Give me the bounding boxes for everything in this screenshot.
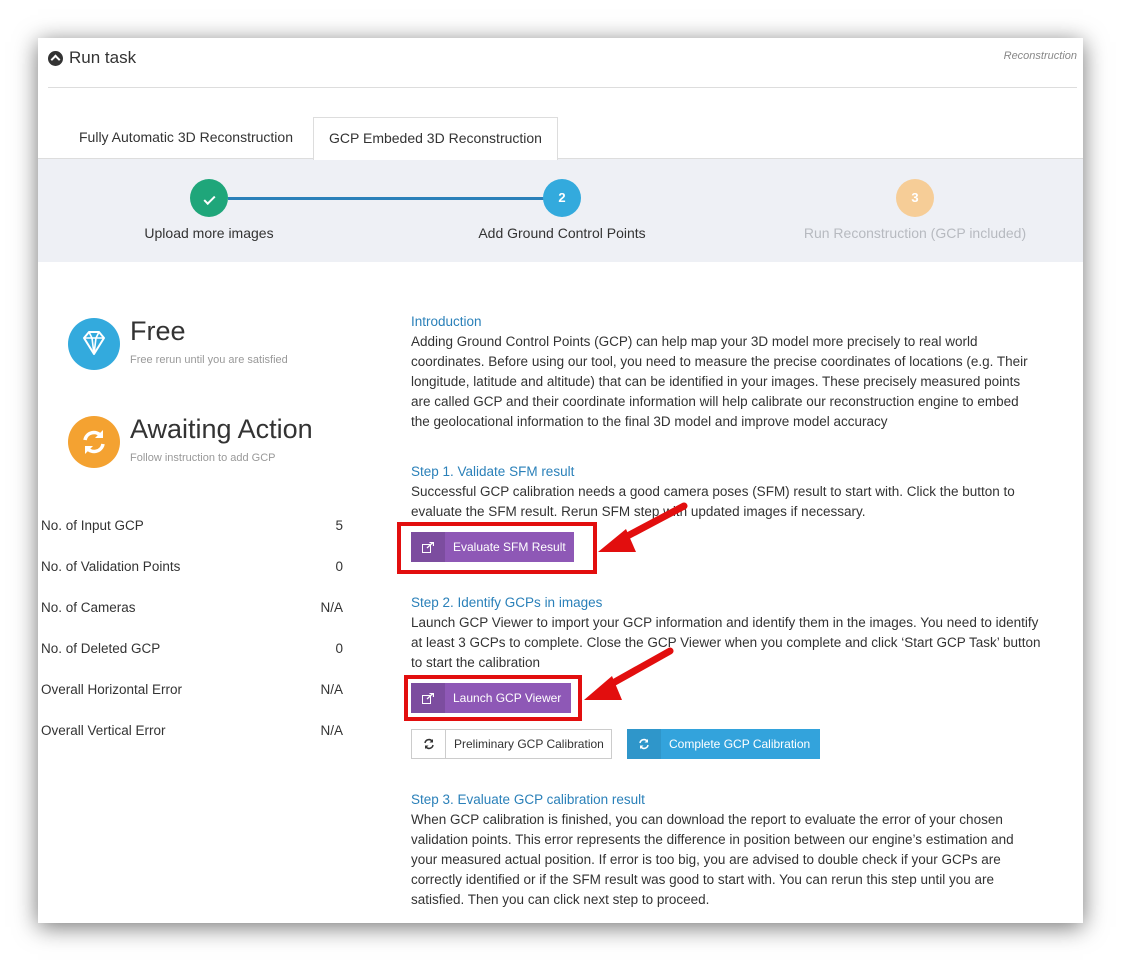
status-subtitle: Free rerun until you are satisfied: [130, 354, 288, 366]
section-text: When GCP calibration is finished, you ca…: [411, 812, 1014, 907]
section-title: Step 3. Evaluate GCP calibration result: [411, 792, 645, 807]
highlight-box: [397, 522, 597, 574]
status-title: Awaiting Action: [130, 414, 313, 444]
panel-header: Run task Reconstruction: [48, 46, 1077, 88]
diamond-icon: [68, 318, 120, 370]
stat-value: N/A: [320, 682, 343, 697]
stat-label: No. of Input GCP: [41, 518, 144, 533]
collapse-chevron-icon[interactable]: [48, 50, 63, 66]
status-panel: Free Free rerun until you are satisfied …: [68, 316, 388, 470]
section-text: Successful GCP calibration needs a good …: [411, 484, 1015, 519]
step1-section: Step 1. Validate SFM result Successful G…: [411, 462, 1041, 522]
stat-row: No. of Cameras N/A: [41, 600, 343, 641]
stat-row: Overall Vertical Error N/A: [41, 723, 343, 764]
step-label: Upload more images: [144, 225, 274, 241]
status-title: Free: [130, 316, 186, 346]
section-text: Adding Ground Control Points (GCP) can h…: [411, 334, 1028, 429]
stat-row: No. of Input GCP 5: [41, 518, 343, 559]
stat-value: N/A: [320, 723, 343, 738]
panel-title: Run task: [48, 48, 136, 68]
step-run-reconstruction[interactable]: 3 Run Reconstruction (GCP included): [765, 179, 1065, 241]
step3-section: Step 3. Evaluate GCP calibration result …: [411, 790, 1041, 910]
stat-label: Overall Vertical Error: [41, 723, 166, 738]
stat-label: No. of Validation Points: [41, 559, 181, 574]
tab-bar: Fully Automatic 3D Reconstruction GCP Em…: [38, 117, 1083, 160]
highlight-box: [404, 675, 582, 721]
stat-row: Overall Horizontal Error N/A: [41, 682, 343, 723]
step-complete-icon: [190, 179, 228, 217]
section-title: Step 2. Identify GCPs in images: [411, 595, 603, 610]
intro-section: Introduction Adding Ground Control Point…: [411, 312, 1041, 432]
stat-value: 5: [335, 518, 343, 533]
task-panel: Run task Reconstruction Fully Automatic …: [38, 38, 1083, 923]
step-label: Run Reconstruction (GCP included): [803, 225, 1027, 241]
status-awaiting: Awaiting Action Follow instruction to ad…: [68, 414, 388, 470]
status-free: Free Free rerun until you are satisfied: [68, 316, 388, 372]
step2-section: Step 2. Identify GCPs in images Launch G…: [411, 593, 1041, 673]
stat-value: 0: [335, 559, 343, 574]
progress-stepper: Upload more images 2 Add Ground Control …: [38, 158, 1083, 262]
section-title: Introduction: [411, 314, 482, 329]
refresh-icon: [68, 416, 120, 468]
refresh-icon: [412, 730, 446, 758]
step-number: 2: [543, 179, 581, 217]
section-title: Step 1. Validate SFM result: [411, 464, 575, 479]
stat-label: No. of Cameras: [41, 600, 136, 615]
tab-gcp-embedded[interactable]: GCP Embeded 3D Reconstruction: [313, 117, 558, 160]
panel-title-text: Run task: [69, 48, 137, 67]
stat-value: 0: [335, 641, 343, 656]
stat-row: No. of Deleted GCP 0: [41, 641, 343, 682]
button-label: Preliminary GCP Calibration: [454, 737, 604, 751]
step-label: Add Ground Control Points: [478, 225, 646, 241]
preliminary-gcp-calibration-button[interactable]: Preliminary GCP Calibration: [411, 729, 612, 759]
step-upload[interactable]: Upload more images: [59, 179, 359, 241]
button-label: Complete GCP Calibration: [669, 737, 811, 751]
stat-value: N/A: [320, 600, 343, 615]
breadcrumb: Reconstruction: [1003, 50, 1077, 62]
stat-row: No. of Validation Points 0: [41, 559, 343, 600]
step-add-gcp[interactable]: 2 Add Ground Control Points: [412, 179, 712, 241]
status-subtitle: Follow instruction to add GCP: [130, 452, 276, 464]
section-text: Launch GCP Viewer to import your GCP inf…: [411, 615, 1041, 670]
stat-label: No. of Deleted GCP: [41, 641, 161, 656]
complete-gcp-calibration-button[interactable]: Complete GCP Calibration: [627, 729, 820, 759]
stats-table: No. of Input GCP 5 No. of Validation Poi…: [41, 518, 343, 764]
refresh-icon: [627, 729, 661, 759]
stat-label: Overall Horizontal Error: [41, 682, 183, 697]
step-number: 3: [896, 179, 934, 217]
tab-fully-automatic[interactable]: Fully Automatic 3D Reconstruction: [64, 117, 308, 159]
